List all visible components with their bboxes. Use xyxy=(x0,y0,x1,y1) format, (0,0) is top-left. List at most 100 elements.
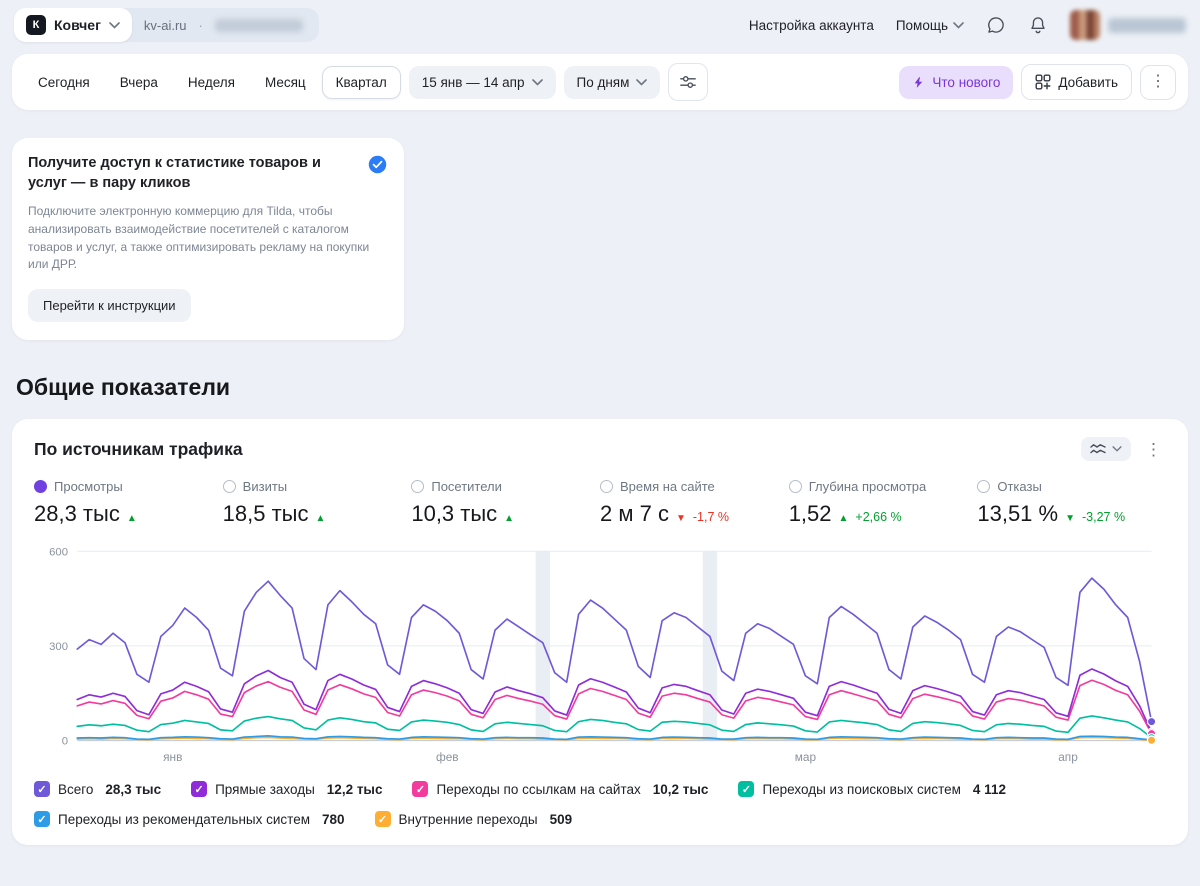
metric-value-number: 2 м 7 с xyxy=(600,501,669,527)
add-widget-button[interactable]: Добавить xyxy=(1021,64,1132,100)
metric-0[interactable]: Просмотры28,3 тыс▲ xyxy=(34,479,223,527)
legend-checkbox[interactable]: ✓ xyxy=(375,811,391,827)
period-toolbar: СегодняВчераНеделяМесяцКвартал 15 янв — … xyxy=(12,54,1188,110)
help-menu[interactable]: Помощь xyxy=(896,18,964,33)
traffic-sources-widget: По источникам трафика ⋮ Просмотры28,3 ты… xyxy=(12,419,1188,845)
metric-radio-icon[interactable] xyxy=(34,480,47,493)
period-tab-4[interactable]: Квартал xyxy=(322,66,401,99)
legend-item-4[interactable]: ✓Переходы из рекомендательных систем780 xyxy=(34,811,345,827)
promo-title: Получите доступ к статистике товаров и у… xyxy=(28,154,357,193)
svg-text:янв: янв xyxy=(163,750,182,764)
counter-switcher[interactable]: К Ковчег xyxy=(14,8,132,42)
legend-checkbox[interactable]: ✓ xyxy=(34,811,50,827)
metric-head: Отказы xyxy=(977,479,1166,494)
metric-value-number: 18,5 тыс xyxy=(223,501,309,527)
chat-button[interactable] xyxy=(986,15,1006,35)
period-tab-0[interactable]: Сегодня xyxy=(24,66,104,99)
metric-delta: -1,7 % xyxy=(693,510,729,524)
legend-value: 509 xyxy=(550,812,573,827)
metric-head: Глубина просмотра xyxy=(789,479,978,494)
trend-up-icon: ▲ xyxy=(316,513,326,524)
trend-up-icon: ▲ xyxy=(504,513,514,524)
whats-new-button[interactable]: Что нового xyxy=(899,66,1013,99)
metric-radio-icon[interactable] xyxy=(411,480,424,493)
period-tab-3[interactable]: Месяц xyxy=(251,66,320,99)
counter-name: Ковчег xyxy=(54,17,101,33)
date-range-selector[interactable]: 15 янв — 14 апр xyxy=(409,66,556,99)
svg-text:600: 600 xyxy=(49,546,68,558)
separator-dot: · xyxy=(199,18,203,33)
chart-type-selector[interactable] xyxy=(1081,437,1131,461)
traffic-line-chart[interactable]: 0300600янвфевмарапр xyxy=(34,543,1166,767)
metric-head: Визиты xyxy=(223,479,412,494)
metric-label: Посетители xyxy=(431,479,502,494)
metric-1[interactable]: Визиты 18,5 тыс ▲ xyxy=(223,479,412,527)
granularity-label: По дням xyxy=(577,75,630,90)
granularity-selector[interactable]: По дням xyxy=(564,66,661,99)
bell-icon xyxy=(1028,15,1048,35)
metric-radio-icon[interactable] xyxy=(223,480,236,493)
metric-value-number: 1,52 xyxy=(789,501,832,527)
legend-value: 28,3 тыс xyxy=(105,782,161,797)
notifications-button[interactable] xyxy=(1028,15,1048,35)
metric-delta: -3,27 % xyxy=(1082,510,1125,524)
period-tab-1[interactable]: Вчера xyxy=(106,66,172,99)
lightning-icon xyxy=(912,75,925,90)
help-label: Помощь xyxy=(896,18,948,33)
metric-head: Посетители xyxy=(411,479,600,494)
legend-item-5[interactable]: ✓ Внутренние переходы 509 xyxy=(375,811,573,827)
sliders-icon xyxy=(679,73,697,91)
line-chart-icon xyxy=(1090,443,1106,455)
page-title: Общие показатели xyxy=(16,374,1184,401)
legend-item-1[interactable]: ✓ Прямые заходы 12,2 тыс xyxy=(191,781,382,797)
metric-value: 1,52▲+2,66 % xyxy=(789,501,978,527)
legend-label: Прямые заходы xyxy=(215,782,315,797)
svg-text:мар: мар xyxy=(795,750,817,764)
metric-3[interactable]: Время на сайте 2 м 7 с ▼ -1,7 % xyxy=(600,479,789,527)
legend-checkbox[interactable]: ✓ xyxy=(738,781,754,797)
metric-radio-icon[interactable] xyxy=(600,480,613,493)
user-menu[interactable] xyxy=(1070,10,1186,40)
metric-4[interactable]: Глубина просмотра 1,52▲+2,66 % xyxy=(789,479,978,527)
legend-label: Переходы из рекомендательных систем xyxy=(58,812,310,827)
metric-delta: +2,66 % xyxy=(855,510,901,524)
legend-label: Внутренние переходы xyxy=(399,812,538,827)
chevron-down-icon xyxy=(636,79,647,86)
legend-checkbox[interactable]: ✓ xyxy=(412,781,428,797)
site-domain-redacted[interactable] xyxy=(215,19,303,32)
metric-radio-icon[interactable] xyxy=(977,480,990,493)
metric-head: Время на сайте xyxy=(600,479,789,494)
toolbar-more-button[interactable]: ⋮ xyxy=(1140,65,1176,100)
legend-item-0[interactable]: ✓Всего28,3 тыс xyxy=(34,781,161,797)
whats-new-label: Что нового xyxy=(932,75,1000,90)
top-header: К Ковчег kv-ai.ru · Настройка аккаунта П… xyxy=(0,0,1200,48)
date-range-label: 15 янв — 14 апр xyxy=(422,75,525,90)
metric-5[interactable]: Отказы13,51 %▼-3,27 % xyxy=(977,479,1166,527)
account-settings-link[interactable]: Настройка аккаунта xyxy=(749,18,874,33)
legend-value: 12,2 тыс xyxy=(327,782,383,797)
period-tab-2[interactable]: Неделя xyxy=(174,66,249,99)
trend-up-icon: ▲ xyxy=(127,513,137,524)
legend-item-3[interactable]: ✓Переходы из поисковых систем4 112 xyxy=(738,781,1006,797)
metric-value: 28,3 тыс ▲ xyxy=(34,501,223,527)
user-name-redacted xyxy=(1108,18,1186,33)
metric-value-number: 28,3 тыс xyxy=(34,501,120,527)
metric-value: 18,5 тыс ▲ xyxy=(223,501,412,527)
add-label: Добавить xyxy=(1058,75,1118,90)
metric-2[interactable]: Посетители10,3 тыс▲ xyxy=(411,479,600,527)
legend-value: 4 112 xyxy=(973,782,1006,797)
site-domain[interactable]: kv-ai.ru xyxy=(144,18,187,33)
filters-button[interactable] xyxy=(668,63,708,101)
svg-text:300: 300 xyxy=(49,641,68,653)
legend-checkbox[interactable]: ✓ xyxy=(191,781,207,797)
legend-checkbox[interactable]: ✓ xyxy=(34,781,50,797)
promo-card: Получите доступ к статистике товаров и у… xyxy=(12,138,404,340)
metric-radio-icon[interactable] xyxy=(789,480,802,493)
svg-text:фев: фев xyxy=(436,750,459,764)
promo-instruction-button[interactable]: Перейти к инструкции xyxy=(28,289,191,322)
legend-item-2[interactable]: ✓Переходы по ссылкам на сайтах10,2 тыс xyxy=(412,781,708,797)
trend-down-icon: ▼ xyxy=(676,513,686,524)
chevron-down-icon xyxy=(109,22,120,29)
widget-more-button[interactable]: ⋮ xyxy=(1141,439,1166,460)
counter-group: К Ковчег kv-ai.ru · xyxy=(14,8,319,42)
